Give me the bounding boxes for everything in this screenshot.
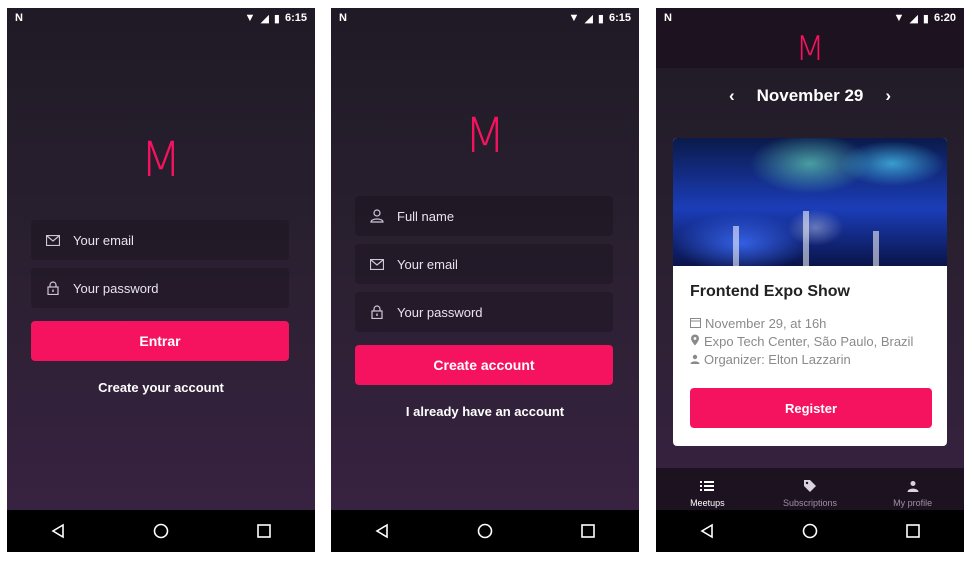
tab-meetups[interactable]: Meetups xyxy=(667,478,747,508)
mail-icon xyxy=(45,234,61,246)
app-logo: M xyxy=(464,108,506,164)
email-field[interactable]: Your email xyxy=(355,244,613,284)
lock-icon xyxy=(369,305,385,319)
recents-icon[interactable] xyxy=(905,523,921,539)
password-placeholder: Your password xyxy=(397,304,483,320)
signal-icon: ◢ xyxy=(260,12,269,25)
android-nav-bar xyxy=(7,510,315,552)
signal-icon: ◢ xyxy=(584,12,593,25)
app-logo: M xyxy=(795,29,825,69)
create-account-button[interactable]: Create account xyxy=(355,345,613,385)
back-icon[interactable] xyxy=(699,523,715,539)
back-icon[interactable] xyxy=(50,523,66,539)
meetup-date: November 29, at 16h xyxy=(690,316,826,331)
app-header: M xyxy=(656,28,964,68)
tab-subscriptions[interactable]: Subscriptions xyxy=(770,478,850,508)
status-bar: N ▼ ◢ ▮ 6:15 xyxy=(331,8,639,28)
tab-label: Meetups xyxy=(690,498,725,508)
meetup-location-text: Expo Tech Center, São Paulo, Brazil xyxy=(704,334,914,349)
recents-icon[interactable] xyxy=(256,523,272,539)
person-icon xyxy=(690,352,700,367)
meetup-title: Frontend Expo Show xyxy=(690,283,850,300)
clock: 6:15 xyxy=(608,12,631,24)
date-navigator: ‹ November 29 › xyxy=(656,86,964,106)
wifi-icon: ▼ xyxy=(893,12,905,24)
tab-label: Subscriptions xyxy=(782,498,837,508)
battery-icon: ▮ xyxy=(597,12,604,25)
password-placeholder: Your password xyxy=(73,280,159,296)
home-icon[interactable] xyxy=(153,523,169,539)
register-button[interactable]: Register xyxy=(690,388,932,428)
app-logo: M xyxy=(140,132,182,188)
back-icon[interactable] xyxy=(374,523,390,539)
clock: 6:15 xyxy=(284,12,307,24)
meetup-location: Expo Tech Center, São Paulo, Brazil xyxy=(690,334,913,349)
login-screen: N ▼ ◢ ▮ 6:15 M Your email Your password … xyxy=(7,8,315,552)
password-field[interactable]: Your password xyxy=(355,292,613,332)
login-button[interactable]: Entrar xyxy=(31,321,289,361)
lock-icon xyxy=(45,281,61,295)
current-date: November 29 xyxy=(756,86,864,105)
full-name-field[interactable]: Full name xyxy=(355,196,613,236)
next-date-icon[interactable]: › xyxy=(885,86,891,106)
home-icon[interactable] xyxy=(802,523,818,539)
status-bar: N ▼ ◢ ▮ 6:15 xyxy=(7,8,315,28)
bottom-tab-bar: Meetups Subscriptions My profile xyxy=(656,468,964,510)
home-icon[interactable] xyxy=(477,523,493,539)
signal-icon: ◢ xyxy=(909,12,918,25)
battery-icon: ▮ xyxy=(273,12,280,25)
email-field[interactable]: Your email xyxy=(31,220,289,260)
battery-icon: ▮ xyxy=(922,12,929,25)
location-pin-icon xyxy=(690,334,700,349)
meetups-screen: N ▼ ◢ ▮ 6:20 M ‹ November 29 › Frontend … xyxy=(656,8,964,552)
meetup-organizer-text: Organizer: Elton Lazzarin xyxy=(704,352,851,367)
calendar-icon xyxy=(690,316,701,331)
mail-icon xyxy=(369,258,385,270)
person-icon xyxy=(907,478,919,494)
wifi-icon: ▼ xyxy=(568,12,580,24)
email-placeholder: Your email xyxy=(397,256,458,272)
tab-my-profile[interactable]: My profile xyxy=(873,478,953,508)
meetup-date-text: November 29, at 16h xyxy=(705,316,827,331)
clock: 6:20 xyxy=(933,12,956,24)
create-account-link[interactable]: Create your account xyxy=(7,380,315,395)
list-icon xyxy=(700,478,715,494)
prev-date-icon[interactable]: ‹ xyxy=(729,86,735,106)
android-nav-bar xyxy=(656,510,964,552)
carrier-icon: N xyxy=(339,12,347,24)
carrier-icon: N xyxy=(15,12,23,24)
meetup-organizer: Organizer: Elton Lazzarin xyxy=(690,352,851,367)
meetup-card[interactable]: Frontend Expo Show November 29, at 16h E… xyxy=(673,138,947,446)
person-icon xyxy=(369,209,385,223)
recents-icon[interactable] xyxy=(580,523,596,539)
tab-label: My profile xyxy=(893,498,933,508)
wifi-icon: ▼ xyxy=(244,12,256,24)
status-bar: N ▼ ◢ ▮ 6:20 xyxy=(656,8,964,28)
tag-icon xyxy=(803,478,817,494)
meetup-banner-image xyxy=(673,138,947,266)
email-placeholder: Your email xyxy=(73,232,134,248)
password-field[interactable]: Your password xyxy=(31,268,289,308)
signup-screen: N ▼ ◢ ▮ 6:15 M Full name Your email Your… xyxy=(331,8,639,552)
full-name-placeholder: Full name xyxy=(397,208,455,224)
have-account-link[interactable]: I already have an account xyxy=(331,404,639,419)
carrier-icon: N xyxy=(664,12,672,24)
android-nav-bar xyxy=(331,510,639,552)
